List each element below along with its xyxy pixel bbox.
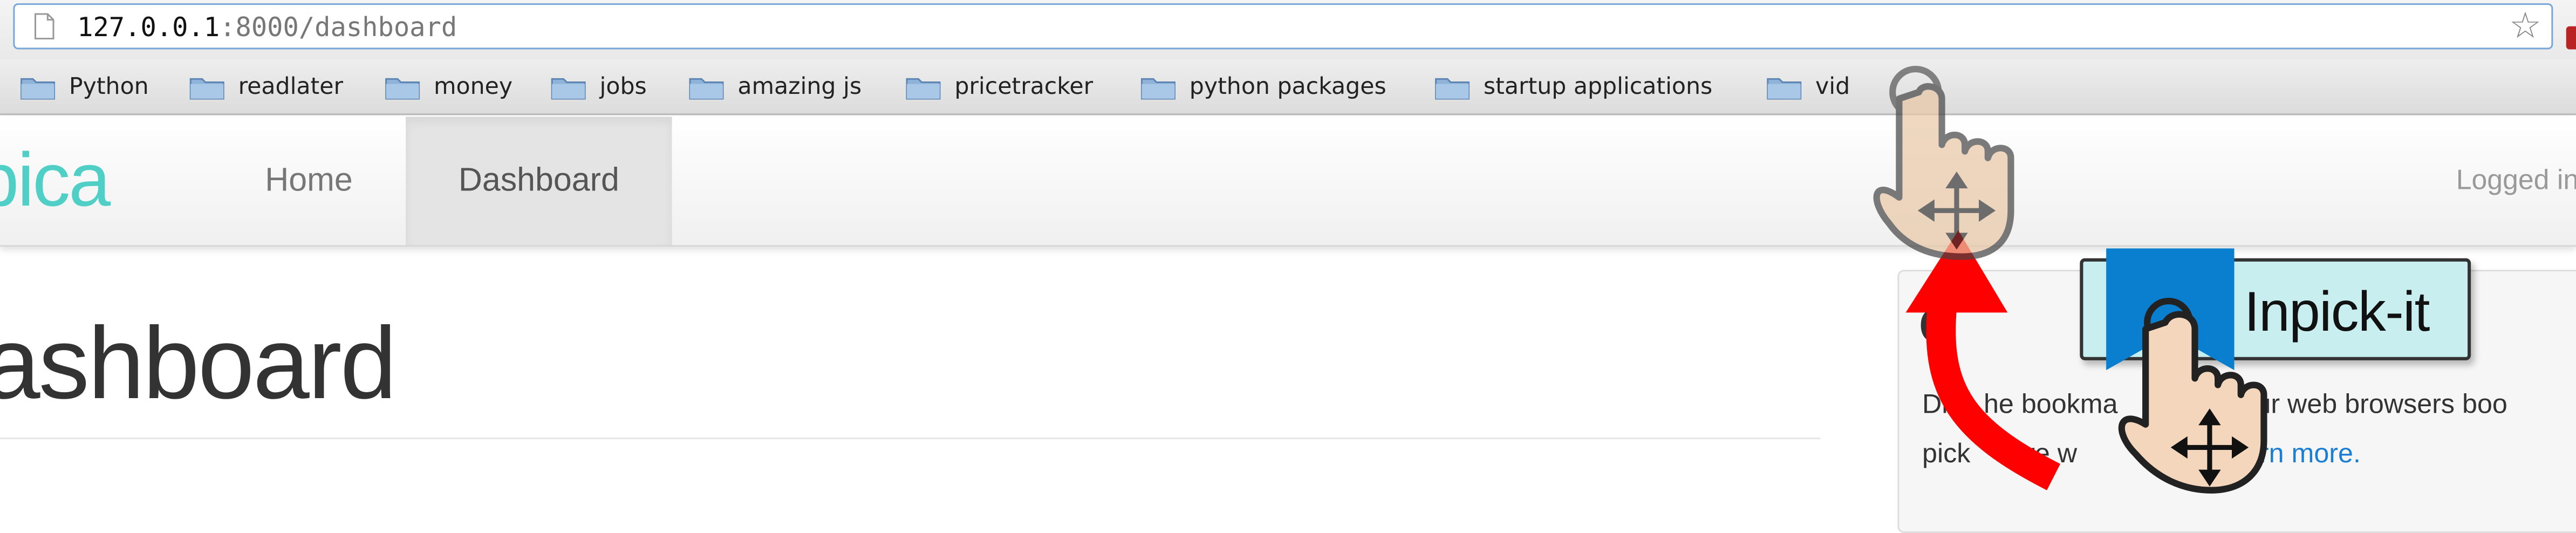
- panel-text-fragment: pick: [1922, 439, 1978, 469]
- folder-icon: [1767, 78, 1802, 100]
- panel-text-fragment: your web browsers boo: [2219, 390, 2507, 420]
- bookmark-label: jobs: [599, 74, 647, 101]
- bookmark-label: money: [433, 74, 513, 101]
- bookmarks-bar: Python readlater money jobs amazing js p…: [0, 59, 2576, 115]
- bookmark-label: amazing js: [737, 74, 862, 101]
- panel-text-fragment: he bookma: [1983, 390, 2118, 420]
- folder-icon: [189, 78, 224, 100]
- star-icon[interactable]: ☆: [2509, 6, 2541, 46]
- url-host: 127.0.0.1: [77, 11, 220, 43]
- folder-icon: [21, 78, 56, 100]
- panel-text-fragment: ure w: [2011, 439, 2078, 469]
- folder-icon: [385, 78, 420, 100]
- panel-text-fragment: Dr: [1922, 390, 1951, 420]
- brand-logo[interactable]: pica: [0, 133, 111, 226]
- bookmark-label: startup applications: [1483, 74, 1713, 101]
- site-navbar: pica Home Dashboard Logged in: [0, 117, 2576, 247]
- folder-icon: [689, 78, 724, 100]
- nav-home-link[interactable]: Home: [223, 117, 394, 245]
- page-title: ashboard: [0, 308, 397, 421]
- page-icon: [34, 13, 54, 40]
- panel-text-line-1: Dr he bookma your web browsers boo: [1922, 388, 2507, 421]
- panel-heading: G: [1918, 299, 1957, 354]
- bookmark-label: readlater: [238, 74, 344, 101]
- nav-dashboard-link[interactable]: Dashboard: [406, 117, 672, 245]
- address-bar: 127.0.0.1:8000/dashboard ☆: [0, 0, 2576, 59]
- bookmarklet-button[interactable]: Inpick-it: [2080, 248, 2471, 371]
- bookmark-label: python packages: [1189, 74, 1386, 101]
- bookmark-label: Python: [69, 74, 149, 101]
- folder-icon: [1140, 78, 1176, 100]
- bookmarklet-label: Inpick-it: [2244, 281, 2430, 344]
- folder-icon: [906, 78, 941, 100]
- panel-text-line-2: pick ure w owse. Learn more.: [1922, 438, 2361, 470]
- extension-icon[interactable]: [2566, 26, 2576, 50]
- url-text: 127.0.0.1:8000/dashboard: [77, 11, 457, 43]
- divider: [0, 438, 1821, 440]
- folder-icon: [1435, 78, 1470, 100]
- panel-text-fragment: owse.: [2136, 439, 2215, 469]
- url-path: :8000/dashboard: [220, 11, 457, 43]
- folder-icon: [551, 78, 586, 100]
- url-field[interactable]: 127.0.0.1:8000/dashboard ☆: [13, 3, 2553, 50]
- learn-more-link[interactable]: Learn more.: [2215, 439, 2361, 469]
- browser-window: 127.0.0.1:8000/dashboard ☆ Python readla…: [0, 0, 2576, 533]
- logged-in-text[interactable]: Logged in: [2456, 117, 2576, 245]
- bookmark-label: pricetracker: [954, 74, 1094, 101]
- ribbon-icon: [2106, 248, 2235, 371]
- bookmark-label: vid: [1815, 74, 1850, 101]
